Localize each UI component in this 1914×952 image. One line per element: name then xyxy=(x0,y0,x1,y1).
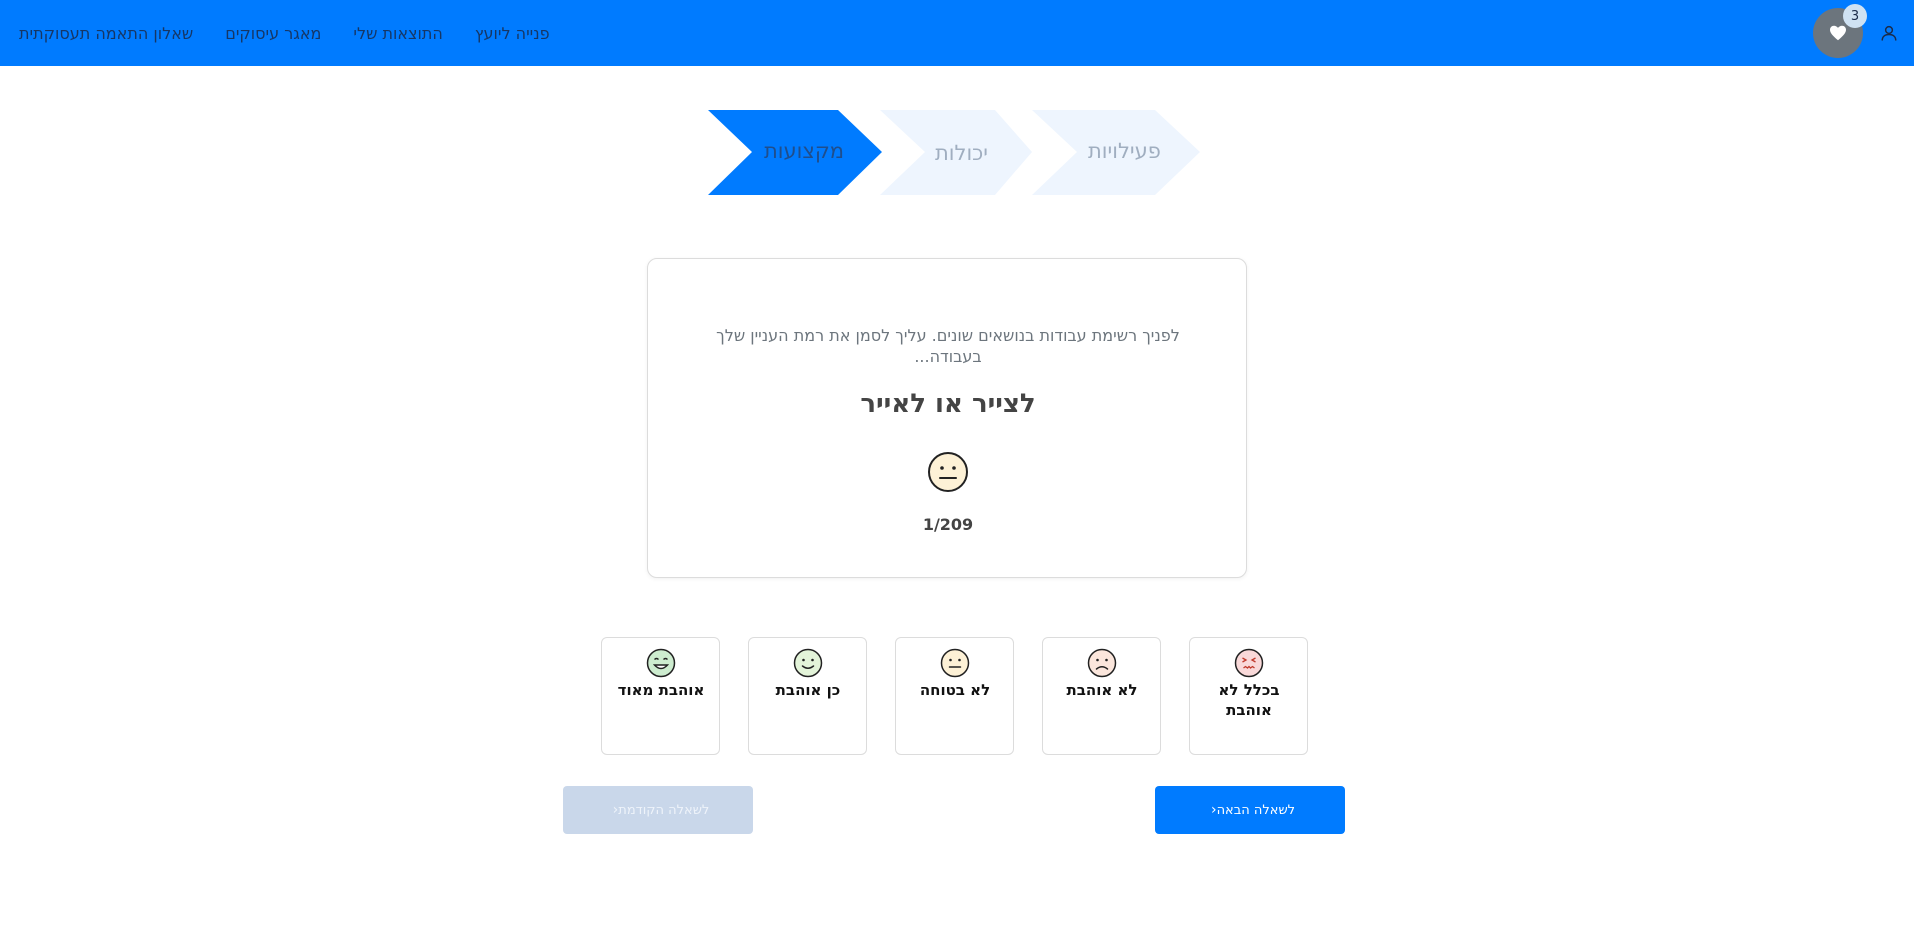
option-not-sure[interactable]: לא בטוחה xyxy=(895,637,1014,755)
angry-face-icon xyxy=(1234,648,1264,678)
chevron-left-icon: ‹ xyxy=(1210,802,1217,818)
love-face-icon xyxy=(646,648,676,678)
option-label: כן אוהבת xyxy=(775,681,841,699)
question-counter: 1/209 xyxy=(922,515,974,534)
option-label: לא בטוחה xyxy=(919,681,991,699)
next-question-button[interactable]: לשאלה הבאה ‹ xyxy=(1155,786,1345,834)
sad-face-icon xyxy=(1087,648,1117,678)
option-like[interactable]: כן אוהבת xyxy=(748,637,867,755)
option-love-very-much[interactable]: אוהבת מאוד xyxy=(601,637,720,755)
progress-stepper: מקצועות יכולות פעילויות xyxy=(0,0,1914,200)
step-activities[interactable]: פעילויות xyxy=(1088,139,1161,163)
happy-face-icon xyxy=(793,648,823,678)
option-strongly-dislike[interactable]: בכלל לא אוהבת xyxy=(1189,637,1308,755)
stepper-shapes xyxy=(708,110,1200,195)
chevron-left-icon: ‹ xyxy=(612,802,619,818)
question-card: לפניך רשימת עבודות בנושאים שונים. עליך ל… xyxy=(647,258,1247,578)
question-instructions: לפניך רשימת עבודות בנושאים שונים. עליך ל… xyxy=(716,326,1180,366)
option-label: לא אוהבת xyxy=(1066,681,1138,699)
neutral-face-icon xyxy=(928,452,968,492)
prev-button-label: לשאלה הקודמת xyxy=(618,802,710,818)
step-professions[interactable]: מקצועות xyxy=(764,139,844,163)
previous-question-button[interactable]: לשאלה הקודמת ‹ xyxy=(563,786,753,834)
step-abilities[interactable]: יכולות xyxy=(935,141,988,165)
option-label: אוהבת מאוד xyxy=(617,681,705,699)
neutral-face-icon xyxy=(940,648,970,678)
option-label: בכלל לא אוהבת xyxy=(1218,681,1280,719)
next-button-label: לשאלה הבאה xyxy=(1216,802,1296,818)
option-dislike[interactable]: לא אוהבת xyxy=(1042,637,1161,755)
question-title: לצייר או לאייר xyxy=(860,389,1036,419)
